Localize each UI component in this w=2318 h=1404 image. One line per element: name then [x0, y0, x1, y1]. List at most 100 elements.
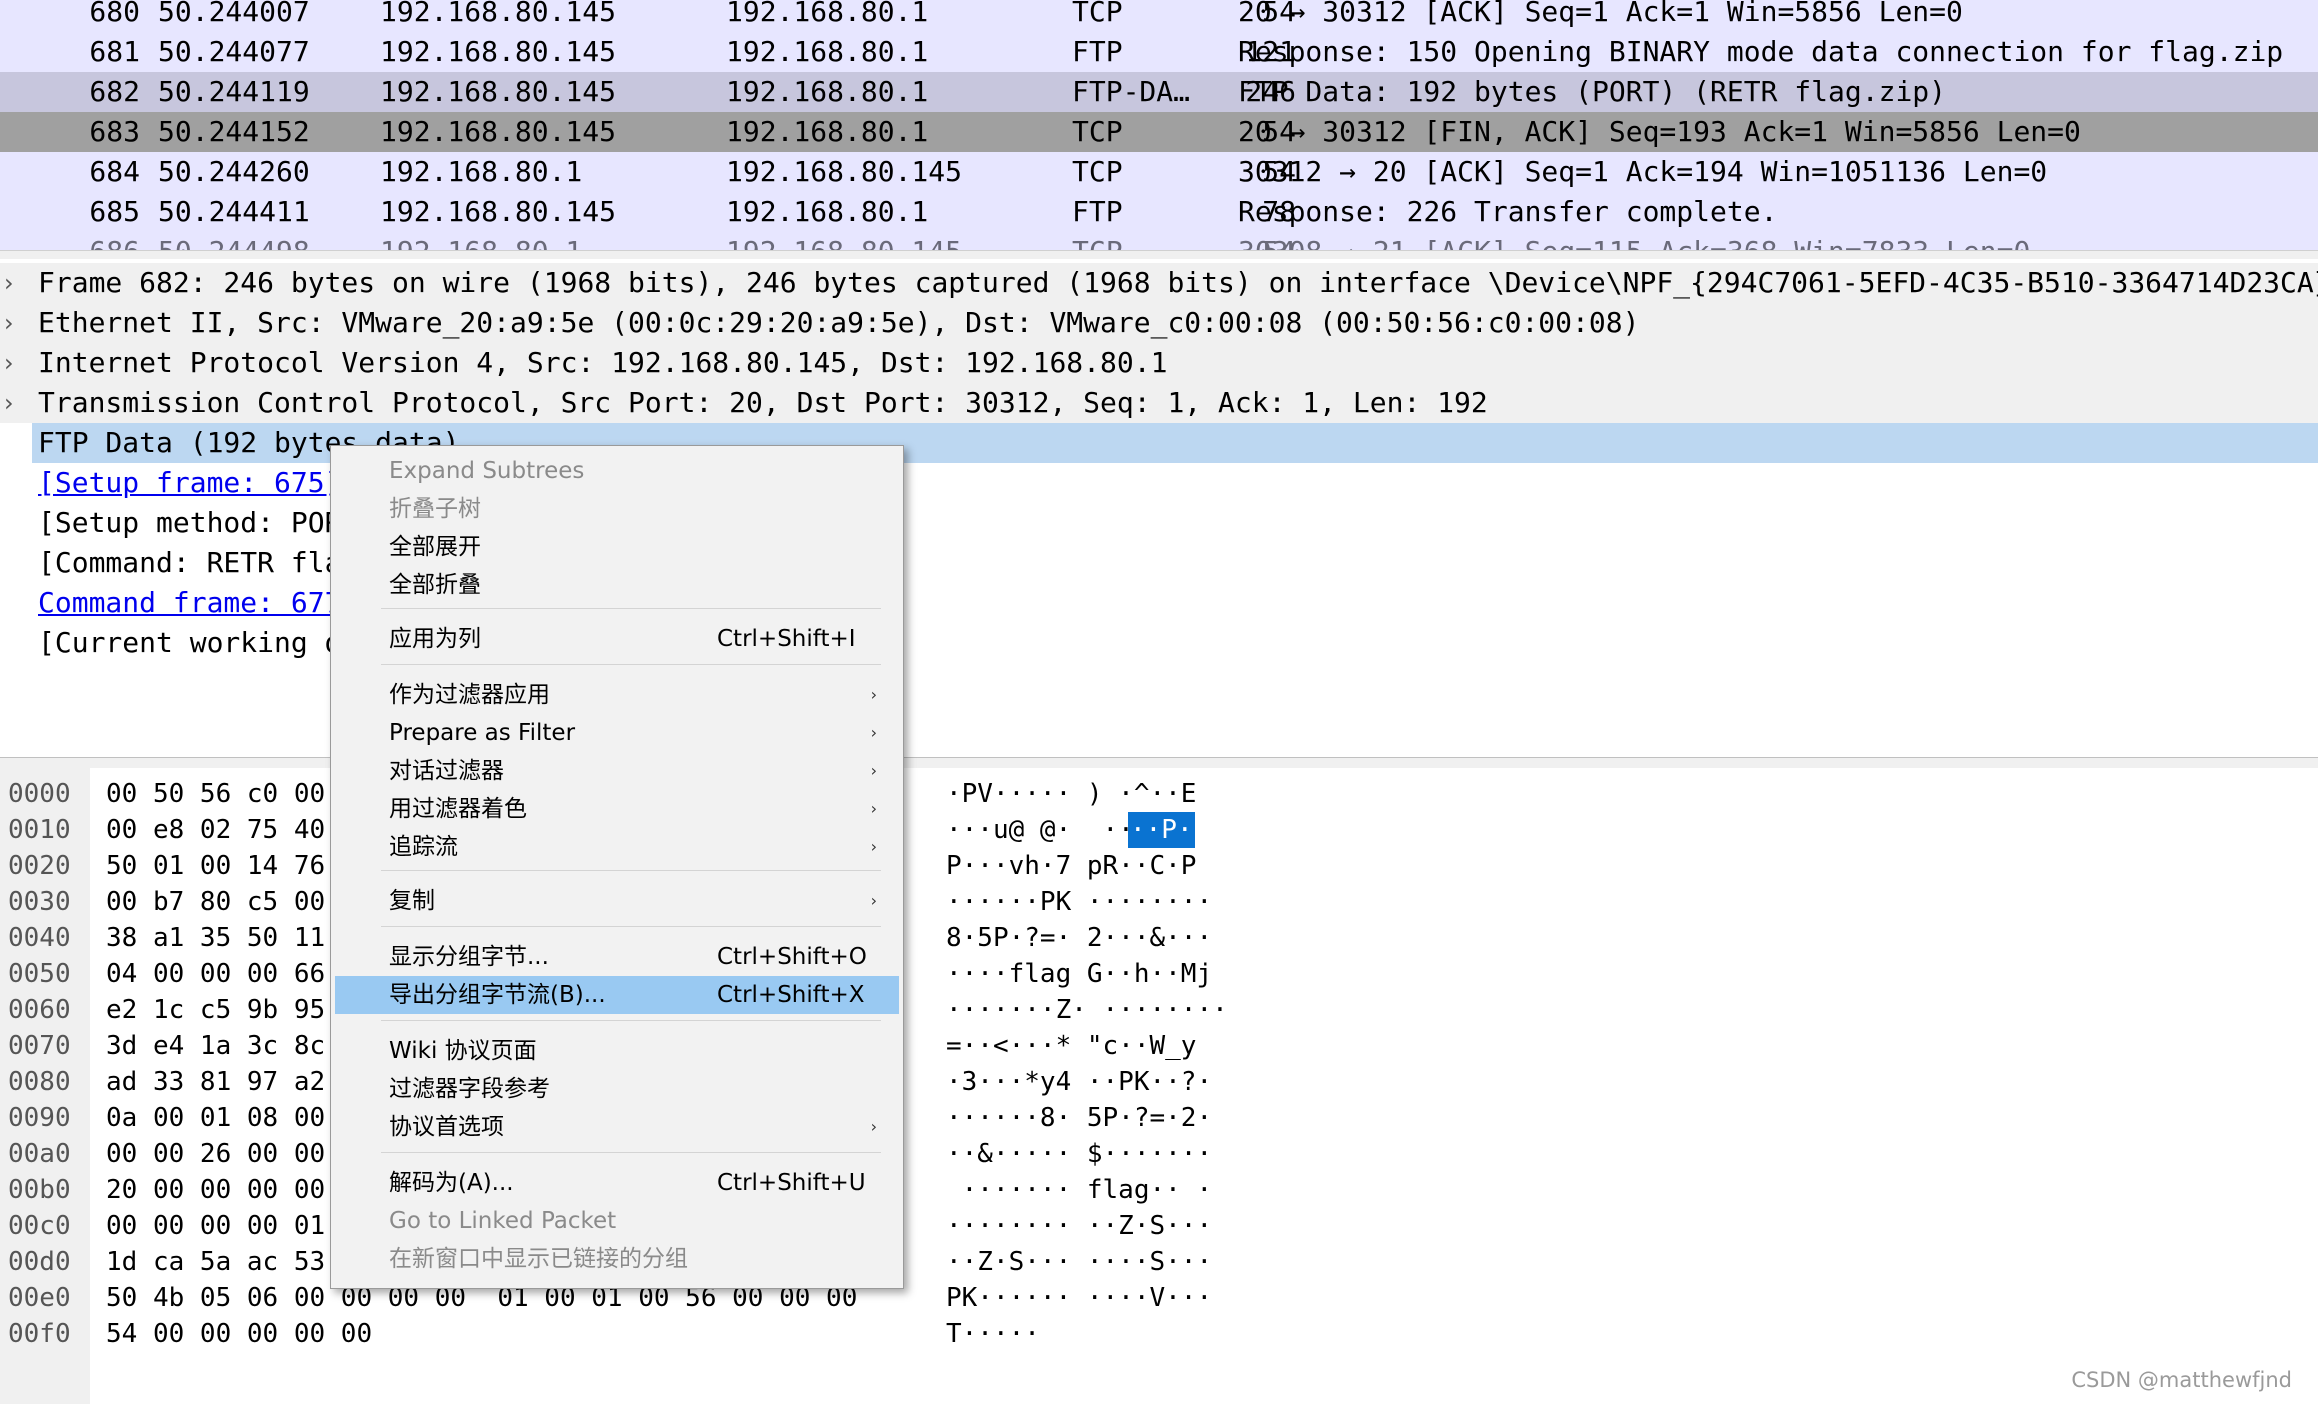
- byte-hex[interactable]: e2 1c c5 9b 95: [106, 992, 325, 1028]
- menu-item-colorize-with-filter[interactable]: 用过滤器着色 ›: [331, 790, 903, 828]
- menu-item-prepare-as-filter[interactable]: Prepare as Filter ›: [331, 714, 903, 752]
- watermark: CSDN @matthewfjnd: [2071, 1368, 2292, 1392]
- menu-item-filter-field-reference[interactable]: 过滤器字段参考: [331, 1070, 903, 1108]
- menu-item-go-to-linked-packet[interactable]: Go to Linked Packet: [331, 1202, 903, 1240]
- packet-row[interactable]: 685 50.244411 192.168.80.145 192.168.80.…: [0, 192, 2318, 232]
- packet-time: 50.244260: [158, 155, 310, 188]
- tree-item-ip[interactable]: › Internet Protocol Version 4, Src: 192.…: [0, 343, 2318, 383]
- menu-item-conversation-filter[interactable]: 对话过滤器 ›: [331, 752, 903, 790]
- packet-time: 50.244152: [158, 115, 310, 148]
- byte-hex[interactable]: 00 50 56 c0 00: [106, 776, 325, 812]
- menu-item-label: 应用为列: [389, 626, 481, 652]
- byte-hex[interactable]: 04 00 00 00 66: [106, 956, 325, 992]
- packet-row[interactable]: 683 50.244152 192.168.80.145 192.168.80.…: [0, 112, 2318, 152]
- byte-ascii[interactable]: =··<···* "c··W_y: [946, 1028, 1196, 1064]
- packet-list[interactable]: 680 50.244007 192.168.80.145 192.168.80.…: [0, 0, 2318, 250]
- packet-length: 121: [1245, 35, 1296, 68]
- packet-row[interactable]: 684 50.244260 192.168.80.1 192.168.80.14…: [0, 152, 2318, 192]
- packet-time: 50.244077: [158, 35, 310, 68]
- packet-protocol: TCP: [1072, 155, 1123, 188]
- packet-protocol: FTP-DA…: [1072, 75, 1191, 108]
- expand-arrow-icon[interactable]: ›: [4, 303, 24, 343]
- menu-item-wiki-protocol-page[interactable]: Wiki 协议页面: [331, 1032, 903, 1070]
- byte-ascii[interactable]: ······· flag·· ·: [946, 1172, 1212, 1208]
- expand-arrow-icon[interactable]: ›: [4, 263, 24, 303]
- byte-hex[interactable]: 38 a1 35 50 11: [106, 920, 325, 956]
- byte-offset: 0090: [8, 1103, 71, 1133]
- tree-item-tcp[interactable]: › Transmission Control Protocol, Src Por…: [0, 383, 2318, 423]
- byte-hex[interactable]: 00 00 26 00 00: [106, 1136, 325, 1172]
- tree-item-label: Ethernet II, Src: VMware_20:a9:5e (00:0c…: [38, 306, 1640, 339]
- byte-hex[interactable]: ad 33 81 97 a2: [106, 1064, 325, 1100]
- packet-row-selected[interactable]: 682 50.244119 192.168.80.145 192.168.80.…: [0, 72, 2318, 112]
- menu-item-apply-as-filter[interactable]: 作为过滤器应用 ›: [331, 676, 903, 714]
- byte-ascii[interactable]: ········ ··Z·S···: [946, 1208, 1212, 1244]
- menu-item-export-packet-bytes[interactable]: 导出分组字节流(B)... Ctrl+Shift+X: [335, 976, 899, 1014]
- byte-ascii[interactable]: T·····: [946, 1316, 1040, 1352]
- tree-item-ethernet[interactable]: › Ethernet II, Src: VMware_20:a9:5e (00:…: [0, 303, 2318, 343]
- menu-item-apply-as-column[interactable]: 应用为列 Ctrl+Shift+I: [331, 620, 903, 658]
- byte-ascii[interactable]: ·PV····· ) ·^··E: [946, 776, 1196, 812]
- byte-hex[interactable]: 1d ca 5a ac 53: [106, 1244, 325, 1280]
- packet-length: 78: [1262, 195, 1296, 228]
- menu-item-expand-all[interactable]: 全部展开: [331, 528, 903, 566]
- menu-item-expand-subtrees[interactable]: Expand Subtrees: [331, 452, 903, 490]
- byte-offset: 00a0: [8, 1139, 71, 1169]
- byte-hex[interactable]: 3d e4 1a 3c 8c: [106, 1028, 325, 1064]
- packet-row[interactable]: 686 50.244498 192.168.80.1 192.168.80.14…: [0, 232, 2318, 250]
- byte-ascii[interactable]: ····flag G··h··Mj: [946, 956, 1212, 992]
- byte-hex[interactable]: 50 01 00 14 76: [106, 848, 325, 884]
- byte-hex[interactable]: 20 00 00 00 00: [106, 1172, 325, 1208]
- byte-ascii[interactable]: P···vh·7 pR··C·P: [946, 848, 1196, 884]
- menu-item-collapse-all[interactable]: 全部折叠: [331, 566, 903, 604]
- menu-item-label: 用过滤器着色: [389, 796, 527, 822]
- packet-row[interactable]: 680 50.244007 192.168.80.145 192.168.80.…: [0, 0, 2318, 32]
- byte-hex[interactable]: 00 00 00 00 01: [106, 1208, 325, 1244]
- byte-ascii[interactable]: ·3···*y4 ··PK··?·: [946, 1064, 1212, 1100]
- byte-hex[interactable]: 00 b7 80 c5 00: [106, 884, 325, 920]
- byte-offset: 0000: [8, 779, 71, 809]
- tree-item-frame[interactable]: › Frame 682: 246 bytes on wire (1968 bit…: [0, 263, 2318, 303]
- packet-info-text: 30308 → 21 [ACK] Seq=115 Ack=368 Win=783…: [1238, 235, 2030, 250]
- byte-hex[interactable]: 00 e8 02 75 40: [106, 812, 325, 848]
- byte-ascii[interactable]: ······PK ········: [946, 884, 1212, 920]
- byte-ascii[interactable]: PK······ ····V···: [946, 1280, 1212, 1316]
- menu-item-collapse-subtrees[interactable]: 折叠子树: [331, 490, 903, 528]
- menu-item-decode-as[interactable]: 解码为(A)... Ctrl+Shift+U: [331, 1164, 903, 1202]
- byte-hex[interactable]: 0a 00 01 08 00: [106, 1100, 325, 1136]
- expand-arrow-icon[interactable]: ›: [4, 343, 24, 383]
- byte-ascii[interactable]: ·······Z· ········: [946, 992, 1228, 1028]
- menu-item-label: 显示分组字节...: [389, 944, 549, 970]
- byte-ascii[interactable]: ··&····· $·······: [946, 1136, 1212, 1172]
- byte-ascii[interactable]: ······8· 5P·?=·2·: [946, 1100, 1212, 1136]
- menu-item-copy[interactable]: 复制 ›: [331, 882, 903, 920]
- command-frame-link[interactable]: Command frame: 677: [38, 583, 341, 623]
- menu-item-show-linked-packet-new-window[interactable]: 在新窗口中显示已链接的分组: [331, 1240, 903, 1278]
- packet-info-text: Response: 226 Transfer complete.: [1238, 195, 1778, 228]
- byte-row[interactable]: 00f0 54 00 00 00 00 00 T·····: [0, 1316, 2318, 1352]
- byte-offset: 0060: [8, 995, 71, 1025]
- menu-separator: [381, 1152, 881, 1153]
- menu-item-shortcut: Ctrl+Shift+X: [717, 982, 865, 1008]
- byte-ascii[interactable]: 8·5P·?=· 2···&···: [946, 920, 1212, 956]
- menu-item-show-packet-bytes[interactable]: 显示分组字节... Ctrl+Shift+O: [331, 938, 903, 976]
- packet-info: 54 20 → 30312 [FIN, ACK] Seq=193 Ack=1 Wi…: [1238, 112, 2081, 152]
- byte-offset: 0030: [8, 887, 71, 917]
- menu-item-protocol-preferences[interactable]: 协议首选项 ›: [331, 1108, 903, 1146]
- packet-protocol: TCP: [1072, 115, 1123, 148]
- setup-frame-link[interactable]: [Setup frame: 675]: [38, 463, 341, 503]
- byte-offset: 00b0: [8, 1175, 71, 1205]
- expand-arrow-icon[interactable]: ›: [4, 383, 24, 423]
- packet-protocol: TCP: [1072, 232, 1123, 250]
- byte-hex[interactable]: 54 00 00 00 00 00: [106, 1316, 372, 1352]
- byte-ascii[interactable]: ··Z·S··· ····S···: [946, 1244, 1212, 1280]
- packet-length: 54: [1238, 232, 1296, 250]
- packet-destination: 192.168.80.1: [726, 115, 929, 148]
- packet-row[interactable]: 681 50.244077 192.168.80.145 192.168.80.…: [0, 32, 2318, 72]
- packet-length: 54: [1262, 0, 1296, 28]
- context-menu[interactable]: Expand Subtrees 折叠子树 全部展开 全部折叠 应用为列 Ctrl+…: [330, 445, 904, 1289]
- menu-item-label: Wiki 协议页面: [389, 1038, 537, 1064]
- menu-item-follow-stream[interactable]: 追踪流 ›: [331, 828, 903, 866]
- packet-length: 54: [1262, 155, 1296, 188]
- menu-item-label: Expand Subtrees: [389, 458, 585, 484]
